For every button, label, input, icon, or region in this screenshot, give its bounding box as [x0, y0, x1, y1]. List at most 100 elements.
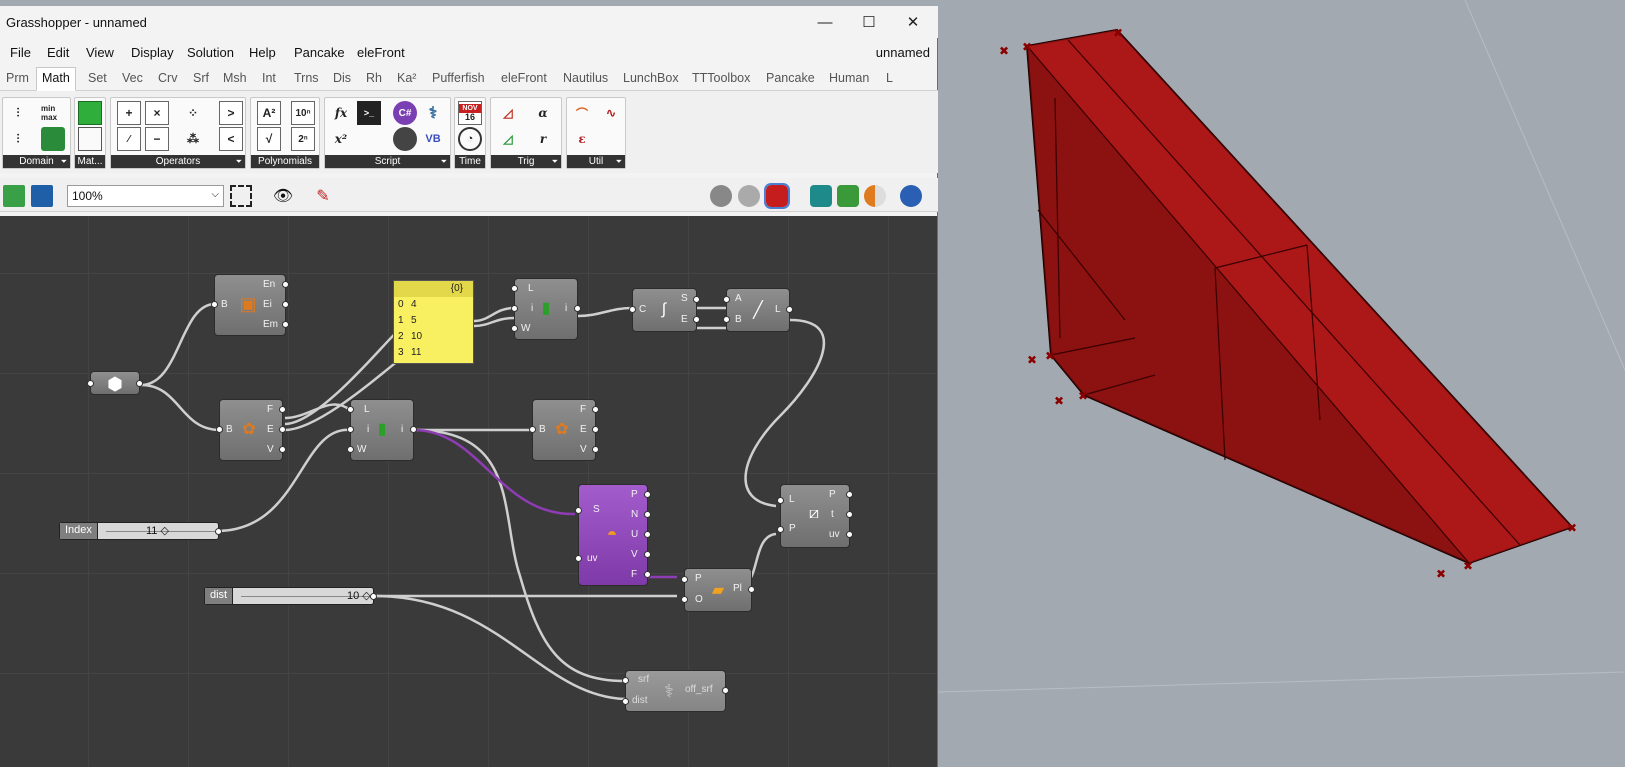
- input-grip[interactable]: [216, 426, 223, 433]
- output-grip[interactable]: [748, 586, 755, 593]
- distribution-icon[interactable]: ⌒: [570, 101, 594, 125]
- input-grip[interactable]: [529, 426, 536, 433]
- tab-int[interactable]: Int: [262, 71, 276, 85]
- alpha-icon[interactable]: α: [531, 101, 555, 125]
- output-grip[interactable]: [592, 426, 599, 433]
- menu-solution[interactable]: Solution: [187, 45, 234, 60]
- output-grip[interactable]: [722, 687, 729, 694]
- input-grip[interactable]: [723, 316, 730, 323]
- graph-icon[interactable]: ∿: [599, 101, 623, 125]
- calendar-icon[interactable]: NOV 16: [458, 101, 482, 125]
- sketch-pen-icon[interactable]: ✎: [312, 185, 334, 207]
- input-grip[interactable]: [723, 296, 730, 303]
- group-expand-icon[interactable]: ⏷: [552, 155, 558, 168]
- deconstruct-brep-component[interactable]: B ✿ F E V: [216, 399, 286, 461]
- min-max-icon[interactable]: min max: [41, 101, 65, 125]
- input-grip[interactable]: [575, 555, 582, 562]
- output-grip[interactable]: [574, 305, 581, 312]
- tab-math[interactable]: Math: [36, 67, 76, 91]
- red-polysurface[interactable]: [1025, 28, 1574, 565]
- clock-icon[interactable]: ◔: [458, 127, 482, 151]
- input-grip[interactable]: [575, 507, 582, 514]
- end-points-component[interactable]: C ∫ S E: [629, 288, 700, 332]
- input-grip[interactable]: [347, 446, 354, 453]
- input-grip[interactable]: [211, 301, 218, 308]
- brep-param-component[interactable]: ⬢: [87, 371, 143, 395]
- remap-icon[interactable]: [41, 127, 65, 151]
- panel-component[interactable]: {0} 04 15 2 10 3 11: [393, 280, 474, 364]
- slider-value[interactable]: 11 ◇: [146, 524, 169, 537]
- output-grip[interactable]: [215, 528, 222, 535]
- triangle-green-icon[interactable]: ◿: [496, 127, 520, 151]
- output-grip[interactable]: [279, 426, 286, 433]
- preview-off-icon[interactable]: [710, 185, 732, 207]
- evaluate-icon[interactable]: x²: [329, 127, 353, 151]
- list-item-component[interactable]: L i W ▮ i: [347, 399, 417, 461]
- deconstruct-brep-component[interactable]: B ✿ F E V: [529, 399, 599, 461]
- addition-icon[interactable]: +: [117, 101, 141, 125]
- output-grip[interactable]: [846, 491, 853, 498]
- square-root-icon[interactable]: √: [257, 127, 281, 151]
- brep-topology-component[interactable]: B ▣ En Ei Em: [211, 274, 289, 336]
- output-grip[interactable]: [786, 306, 793, 313]
- output-grip[interactable]: [644, 531, 651, 538]
- output-grip[interactable]: [592, 406, 599, 413]
- tab-tttoolbox[interactable]: TTToolbox: [692, 71, 750, 85]
- ghpython-icon[interactable]: [393, 127, 417, 151]
- open-file-icon[interactable]: [3, 185, 25, 207]
- python-icon[interactable]: ⚕: [421, 101, 445, 125]
- plane-origin-component[interactable]: P O ▰ Pl: [681, 568, 755, 612]
- zoom-select[interactable]: 100% ⌵: [67, 185, 224, 207]
- input-grip[interactable]: [629, 306, 636, 313]
- group-expand-icon[interactable]: ⏷: [236, 155, 242, 168]
- input-grip[interactable]: [777, 526, 784, 533]
- tab-trns[interactable]: Trns: [294, 71, 319, 85]
- output-grip[interactable]: [644, 491, 651, 498]
- preview-wireframe-icon[interactable]: [738, 185, 760, 207]
- power-of-10-icon[interactable]: 10ⁿ: [291, 101, 315, 125]
- grasshopper-canvas[interactable]: ⬢ B ▣ En Ei Em B ✿ F E V {0} 0 4 1 5 2 1…: [0, 216, 937, 767]
- input-grip[interactable]: [511, 285, 518, 292]
- input-grip[interactable]: [347, 426, 354, 433]
- minimize-button[interactable]: —: [802, 6, 848, 38]
- list-item-component[interactable]: L i W ▮ i: [511, 278, 581, 340]
- tab-vec[interactable]: Vec: [122, 71, 143, 85]
- tab-srf[interactable]: Srf: [193, 71, 209, 85]
- menu-file[interactable]: File: [10, 45, 31, 60]
- zoom-extents-icon[interactable]: [230, 185, 252, 207]
- domain-icon[interactable]: ⫶: [6, 101, 30, 125]
- input-grip[interactable]: [622, 698, 629, 705]
- smaller-than-icon[interactable]: <: [219, 127, 243, 151]
- tab-pufferfish[interactable]: Pufferfish: [432, 71, 485, 85]
- output-grip[interactable]: [282, 301, 289, 308]
- slider-value[interactable]: 10 ◇: [347, 589, 371, 602]
- output-grip[interactable]: [693, 316, 700, 323]
- input-grip[interactable]: [511, 305, 518, 312]
- save-file-icon[interactable]: [31, 185, 53, 207]
- output-grip[interactable]: [644, 511, 651, 518]
- tab-prm[interactable]: Prm: [6, 71, 29, 85]
- close-button[interactable]: ✕: [890, 6, 936, 38]
- tab-ka2[interactable]: Ka²: [397, 71, 416, 85]
- tab-elefront[interactable]: eleFront: [501, 71, 547, 85]
- output-grip[interactable]: [279, 406, 286, 413]
- console-icon[interactable]: >_: [357, 101, 381, 125]
- subtraction-icon[interactable]: −: [145, 127, 169, 151]
- input-grip[interactable]: [347, 406, 354, 413]
- output-grip[interactable]: [282, 281, 289, 288]
- group-expand-icon[interactable]: ⏷: [441, 155, 447, 168]
- csharp-icon[interactable]: C#: [393, 101, 417, 125]
- power-of-2-icon[interactable]: 2ⁿ: [291, 127, 315, 151]
- expression-icon[interactable]: fx: [329, 101, 353, 125]
- input-grip[interactable]: [622, 677, 629, 684]
- multiplication-icon[interactable]: ×: [145, 101, 169, 125]
- dist-slider[interactable]: dist 10 ◇: [204, 587, 377, 605]
- preview-mesh-icon[interactable]: [837, 185, 859, 207]
- tab-set[interactable]: Set: [88, 71, 107, 85]
- power-icon[interactable]: A²: [257, 101, 281, 125]
- title-bar[interactable]: Grasshopper - unnamed — ☐ ✕: [0, 6, 938, 38]
- tab-human[interactable]: Human: [829, 71, 869, 85]
- index-slider[interactable]: Index 11 ◇: [59, 522, 222, 540]
- larger-than-icon[interactable]: >: [219, 101, 243, 125]
- selected-only-icon[interactable]: [810, 185, 832, 207]
